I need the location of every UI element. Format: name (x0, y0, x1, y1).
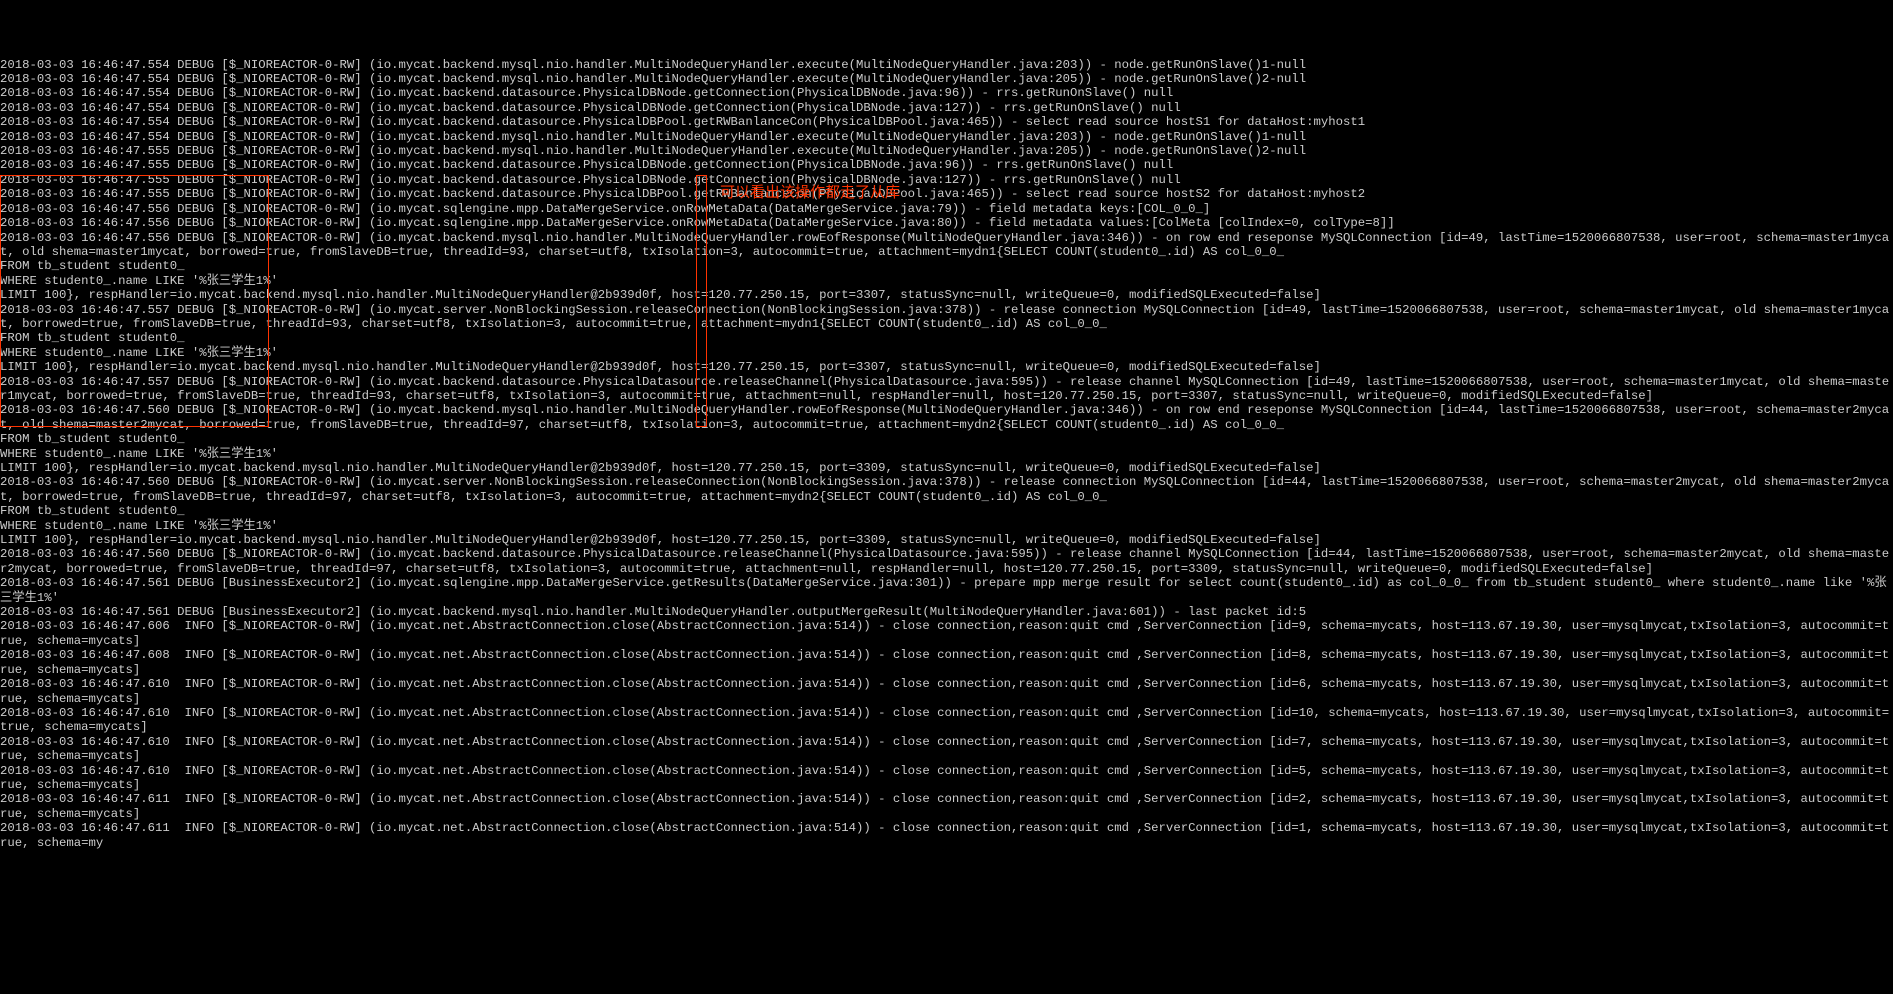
log-line[interactable]: 2018-03-03 16:46:47.608 INFO [$_NIOREACT… (0, 648, 1893, 677)
log-line[interactable]: WHERE student0_.name LIKE '%张三学生1%' (0, 346, 1893, 360)
log-line[interactable]: 2018-03-03 16:46:47.554 DEBUG [$_NIOREAC… (0, 101, 1893, 115)
log-line[interactable]: 2018-03-03 16:46:47.560 DEBUG [$_NIOREAC… (0, 475, 1893, 504)
log-line[interactable]: LIMIT 100}, respHandler=io.mycat.backend… (0, 360, 1893, 374)
log-line[interactable]: 2018-03-03 16:46:47.610 INFO [$_NIOREACT… (0, 706, 1893, 735)
log-line[interactable]: 2018-03-03 16:46:47.554 DEBUG [$_NIOREAC… (0, 72, 1893, 86)
log-line[interactable]: 2018-03-03 16:46:47.556 DEBUG [$_NIOREAC… (0, 216, 1893, 230)
log-line[interactable]: 2018-03-03 16:46:47.611 INFO [$_NIOREACT… (0, 821, 1893, 850)
log-line[interactable]: 2018-03-03 16:46:47.611 INFO [$_NIOREACT… (0, 792, 1893, 821)
log-line[interactable]: 2018-03-03 16:46:47.610 INFO [$_NIOREACT… (0, 677, 1893, 706)
log-line[interactable]: 2018-03-03 16:46:47.555 DEBUG [$_NIOREAC… (0, 187, 1893, 201)
log-line[interactable]: 2018-03-03 16:46:47.561 DEBUG [BusinessE… (0, 576, 1893, 605)
log-line[interactable]: LIMIT 100}, respHandler=io.mycat.backend… (0, 533, 1893, 547)
log-line[interactable]: FROM tb_student student0_ (0, 432, 1893, 446)
log-line[interactable]: 2018-03-03 16:46:47.560 DEBUG [$_NIOREAC… (0, 547, 1893, 576)
log-line[interactable]: 2018-03-03 16:46:47.610 INFO [$_NIOREACT… (0, 764, 1893, 793)
log-line[interactable]: 2018-03-03 16:46:47.555 DEBUG [$_NIOREAC… (0, 173, 1893, 187)
annotation-text: 可以看出该操作都走了从库 (720, 186, 900, 200)
log-line[interactable]: 2018-03-03 16:46:47.610 INFO [$_NIOREACT… (0, 735, 1893, 764)
log-line[interactable]: 2018-03-03 16:46:47.556 DEBUG [$_NIOREAC… (0, 202, 1893, 216)
log-line[interactable]: WHERE student0_.name LIKE '%张三学生1%' (0, 274, 1893, 288)
log-line[interactable]: 2018-03-03 16:46:47.561 DEBUG [BusinessE… (0, 605, 1893, 619)
log-line[interactable]: 2018-03-03 16:46:47.555 DEBUG [$_NIOREAC… (0, 158, 1893, 172)
log-line[interactable]: FROM tb_student student0_ (0, 331, 1893, 345)
log-line[interactable]: WHERE student0_.name LIKE '%张三学生1%' (0, 519, 1893, 533)
log-line[interactable]: 2018-03-03 16:46:47.555 DEBUG [$_NIOREAC… (0, 144, 1893, 158)
log-line[interactable]: 2018-03-03 16:46:47.557 DEBUG [$_NIOREAC… (0, 303, 1893, 332)
log-line[interactable]: FROM tb_student student0_ (0, 259, 1893, 273)
log-line[interactable]: 2018-03-03 16:46:47.557 DEBUG [$_NIOREAC… (0, 375, 1893, 404)
log-line[interactable]: 2018-03-03 16:46:47.554 DEBUG [$_NIOREAC… (0, 86, 1893, 100)
log-line[interactable]: LIMIT 100}, respHandler=io.mycat.backend… (0, 461, 1893, 475)
log-output[interactable]: 2018-03-03 16:46:47.554 DEBUG [$_NIOREAC… (0, 58, 1893, 850)
log-line[interactable]: FROM tb_student student0_ (0, 504, 1893, 518)
log-line[interactable]: 2018-03-03 16:46:47.554 DEBUG [$_NIOREAC… (0, 115, 1893, 129)
log-line[interactable]: WHERE student0_.name LIKE '%张三学生1%' (0, 447, 1893, 461)
log-line[interactable]: 2018-03-03 16:46:47.556 DEBUG [$_NIOREAC… (0, 231, 1893, 260)
log-line[interactable]: 2018-03-03 16:46:47.554 DEBUG [$_NIOREAC… (0, 58, 1893, 72)
log-line[interactable]: 2018-03-03 16:46:47.554 DEBUG [$_NIOREAC… (0, 130, 1893, 144)
log-line[interactable]: 2018-03-03 16:46:47.606 INFO [$_NIOREACT… (0, 619, 1893, 648)
log-line[interactable]: 2018-03-03 16:46:47.560 DEBUG [$_NIOREAC… (0, 403, 1893, 432)
log-line[interactable]: LIMIT 100}, respHandler=io.mycat.backend… (0, 288, 1893, 302)
